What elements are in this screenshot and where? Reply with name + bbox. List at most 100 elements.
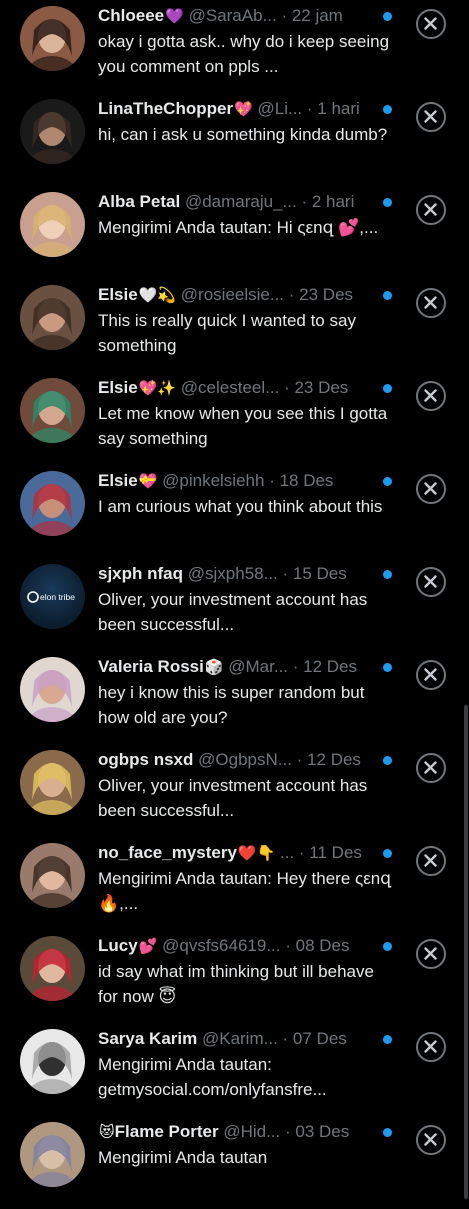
sender-name: Elsie xyxy=(98,285,138,304)
sender-handle: @pinkelsiehh xyxy=(162,471,265,490)
unread-dot-icon xyxy=(383,477,392,486)
dismiss-close-icon[interactable] xyxy=(416,753,446,783)
conversation-row[interactable]: Sarya Karim @Karim... · 07 Des Mengirimi … xyxy=(0,1023,469,1116)
avatar[interactable] xyxy=(20,936,85,1001)
sender-handle: @OgbpsN... xyxy=(198,750,292,769)
conversation-header: 😻Flame Porter @Hid... · 03 Des xyxy=(98,1119,398,1145)
name-emoji: 😻 xyxy=(99,1124,115,1141)
message-preview: hi, can i ask u something kinda dumb? xyxy=(98,125,388,144)
name-emoji: 🤍💫 xyxy=(138,287,177,304)
conversation-row[interactable]: Alba Petal @damaraju_... · 2 hari Mengiri… xyxy=(0,186,469,279)
dismiss-close-icon[interactable] xyxy=(416,1032,446,1062)
message-time: · 18 Des xyxy=(269,471,334,490)
conversation-body: no_face_mystery❤️👇 ... · 11 Des Mengirimi… xyxy=(98,840,398,916)
unread-dot-icon xyxy=(383,291,392,300)
name-emoji: 💖 xyxy=(234,101,253,118)
conversation-body: Elsie💖✨ @celesteel... · 23 Des Let me kno… xyxy=(98,375,398,451)
conversation-row[interactable]: no_face_mystery❤️👇 ... · 11 Des Mengirimi… xyxy=(0,837,469,930)
unread-dot-icon xyxy=(383,1128,392,1137)
conversation-body: Valeria Rossi🎲 @Mar... · 12 Des hey i kno… xyxy=(98,654,398,730)
unread-dot-icon xyxy=(383,198,392,207)
conversation-row[interactable]: Lucy💕 @qvsfs64619... · 08 Des id say what… xyxy=(0,930,469,1023)
name-emoji: 💝 xyxy=(138,473,158,490)
avatar[interactable] xyxy=(20,285,85,350)
name-emoji: ❤️👇 xyxy=(237,845,276,862)
unread-dot-icon xyxy=(383,756,392,765)
conversation-body: LinaTheChopper💖 @Li... · 1 hari hi, can i… xyxy=(98,96,398,147)
conversation-row[interactable]: elon tribe sjxph nfaq @sjxph58... · 15 De… xyxy=(0,558,469,651)
unread-dot-icon xyxy=(383,942,392,951)
conversation-body: Alba Petal @damaraju_... · 2 hari Mengiri… xyxy=(98,189,398,240)
conversation-header: Valeria Rossi🎲 @Mar... · 12 Des xyxy=(98,654,398,680)
unread-dot-icon xyxy=(383,663,392,672)
conversation-row[interactable]: Elsie🤍💫 @rosieelsie... · 23 Des This is r… xyxy=(0,279,469,372)
message-time: · 23 Des xyxy=(288,285,354,304)
avatar[interactable] xyxy=(20,6,85,71)
sender-name: Elsie xyxy=(98,471,138,490)
unread-dot-icon xyxy=(383,849,392,858)
message-time: · 2 hari xyxy=(301,192,355,211)
sender-handle: @rosieelsie... xyxy=(180,285,285,304)
sender-name: Valeria Rossi xyxy=(98,657,204,676)
dismiss-close-icon[interactable] xyxy=(416,939,446,969)
conversation-header: Alba Petal @damaraju_... · 2 hari xyxy=(98,189,398,215)
conversation-row[interactable]: Valeria Rossi🎲 @Mar... · 12 Des hey i kno… xyxy=(0,651,469,744)
conversation-header: Lucy💕 @qvsfs64619... · 08 Des xyxy=(98,933,398,959)
message-preview: hey i know this is super random but how … xyxy=(98,683,365,727)
message-preview: okay i gotta ask.. why do i keep seeing … xyxy=(98,32,390,76)
avatar[interactable] xyxy=(20,750,85,815)
conversation-header: ogbps nsxd @OgbpsN... · 12 Des xyxy=(98,747,398,773)
message-preview: Mengirimi Anda tautan: Hi ςεnզ 💕,... xyxy=(98,218,379,237)
message-time: · 1 hari xyxy=(306,99,360,118)
avatar[interactable] xyxy=(20,471,85,536)
avatar[interactable] xyxy=(20,843,85,908)
conversation-header: Sarya Karim @Karim... · 07 Des xyxy=(98,1026,398,1052)
dismiss-close-icon[interactable] xyxy=(416,102,446,132)
sender-handle: @qvsfs64619... xyxy=(162,936,281,955)
sender-name: Sarya Karim xyxy=(98,1029,198,1048)
message-time: · 15 Des xyxy=(282,564,347,583)
conversation-body: ogbps nsxd @OgbpsN... · 12 Des Oliver, yo… xyxy=(98,747,398,823)
dismiss-close-icon[interactable] xyxy=(416,660,446,690)
avatar[interactable] xyxy=(20,657,85,722)
conversation-row[interactable]: Elsie💝 @pinkelsiehh · 18 Des I am curious… xyxy=(0,465,469,558)
dismiss-close-icon[interactable] xyxy=(416,474,446,504)
conversation-header: LinaTheChopper💖 @Li... · 1 hari xyxy=(98,96,398,122)
conversation-row[interactable]: Elsie💖✨ @celesteel... · 23 Des Let me kno… xyxy=(0,372,469,465)
conversation-row[interactable]: LinaTheChopper💖 @Li... · 1 hari hi, can i… xyxy=(0,93,469,186)
avatar[interactable] xyxy=(20,99,85,164)
conversation-header: no_face_mystery❤️👇 ... · 11 Des xyxy=(98,840,398,866)
dismiss-close-icon[interactable] xyxy=(416,9,446,39)
dismiss-close-icon[interactable] xyxy=(416,846,446,876)
message-time: · 07 Des xyxy=(282,1029,347,1048)
scrollbar[interactable] xyxy=(464,705,468,1199)
dismiss-close-icon[interactable] xyxy=(416,195,446,225)
unread-dot-icon xyxy=(383,1035,392,1044)
dismiss-close-icon[interactable] xyxy=(416,567,446,597)
conversation-row[interactable]: Chloeee💜 @SaraAb... · 22 jam okay i gotta… xyxy=(0,0,469,93)
name-emoji: 🎲 xyxy=(204,659,224,676)
message-preview: Mengirimi Anda tautan xyxy=(98,1148,268,1167)
avatar[interactable] xyxy=(20,1029,85,1094)
conversation-row[interactable]: 😻Flame Porter @Hid... · 03 Des Mengirimi … xyxy=(0,1116,469,1209)
sender-name: LinaTheChopper xyxy=(98,99,234,118)
sender-handle: @Li... xyxy=(257,99,303,118)
conversation-header: Chloeee💜 @SaraAb... · 22 jam xyxy=(98,3,398,29)
conversation-body: Lucy💕 @qvsfs64619... · 08 Des id say what… xyxy=(98,933,398,1009)
message-preview: Let me know when you see this I gotta sa… xyxy=(98,404,388,448)
avatar[interactable] xyxy=(20,1122,85,1187)
avatar[interactable] xyxy=(20,378,85,443)
dismiss-close-icon[interactable] xyxy=(416,288,446,318)
message-preview: id say what im thinking but ill behave f… xyxy=(98,962,374,1006)
dismiss-close-icon[interactable] xyxy=(416,381,446,411)
message-time: · 03 Des xyxy=(284,1122,350,1141)
message-preview: Mengirimi Anda tautan: getmysocial.com/o… xyxy=(98,1055,327,1099)
avatar[interactable] xyxy=(20,192,85,257)
avatar[interactable]: elon tribe xyxy=(20,564,85,629)
dismiss-close-icon[interactable] xyxy=(416,1125,446,1155)
conversation-row[interactable]: ogbps nsxd @OgbpsN... · 12 Des Oliver, yo… xyxy=(0,744,469,837)
message-time: · 12 Des xyxy=(292,657,358,676)
sender-name: sjxph nfaq xyxy=(98,564,184,583)
svg-text:elon tribe: elon tribe xyxy=(40,592,75,602)
conversation-body: Sarya Karim @Karim... · 07 Des Mengirimi … xyxy=(98,1026,398,1102)
